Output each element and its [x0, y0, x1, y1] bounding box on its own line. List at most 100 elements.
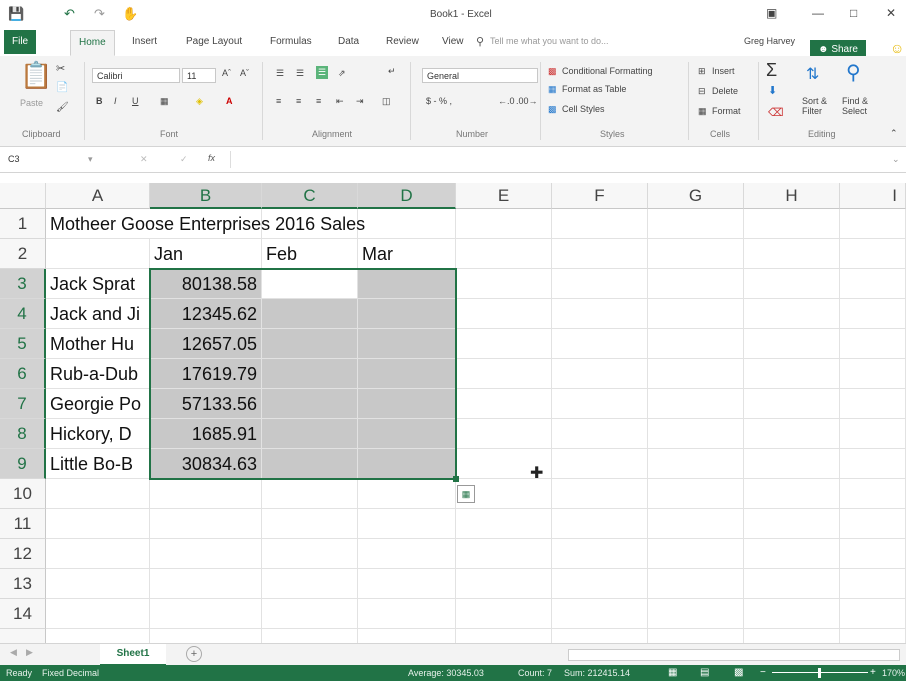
cell-a14[interactable]	[46, 599, 150, 629]
decrease-indent-icon[interactable]: ⇤	[336, 96, 344, 107]
format-painter-icon[interactable]: 🖌	[56, 102, 69, 113]
touch-mode-icon[interactable]: ✋	[122, 6, 138, 22]
tab-view[interactable]: View	[440, 30, 466, 54]
cell-e15[interactable]	[456, 629, 552, 643]
expand-formula-bar-icon[interactable]: ⌄	[892, 154, 900, 165]
wrap-text-icon[interactable]: ↵	[388, 66, 396, 77]
cell-b14[interactable]	[150, 599, 262, 629]
cell-b11[interactable]	[150, 509, 262, 539]
decrease-decimal-icon[interactable]: .00→	[516, 96, 538, 106]
confirm-entry-icon[interactable]: ✓	[180, 154, 188, 165]
orientation-icon[interactable]: ⇗	[338, 68, 346, 79]
cell-c4[interactable]	[262, 299, 358, 329]
copy-icon[interactable]: 📄	[56, 82, 68, 93]
cell-f9[interactable]	[552, 449, 648, 479]
tab-file[interactable]: File	[4, 30, 37, 54]
cell-d6[interactable]	[358, 359, 456, 389]
cell-b4[interactable]: 12345.62	[150, 299, 262, 329]
cell-e11[interactable]	[456, 509, 552, 539]
cell-g3[interactable]	[648, 269, 744, 299]
row-header-4[interactable]: 4	[0, 299, 46, 329]
row-header-3[interactable]: 3	[0, 269, 46, 299]
cell-h1[interactable]	[744, 209, 840, 239]
cell-h11[interactable]	[744, 509, 840, 539]
increase-decimal-icon[interactable]: ←.0	[498, 96, 515, 106]
cell-g8[interactable]	[648, 419, 744, 449]
cell-e1[interactable]	[456, 209, 552, 239]
tab-home[interactable]: Home	[70, 30, 115, 56]
cell-f10[interactable]	[552, 479, 648, 509]
cell-d14[interactable]	[358, 599, 456, 629]
column-header-c[interactable]: C	[262, 183, 358, 209]
cell-c9[interactable]	[262, 449, 358, 479]
cell-e13[interactable]	[456, 569, 552, 599]
cell-e5[interactable]	[456, 329, 552, 359]
row-header-13[interactable]: 13	[0, 569, 46, 599]
cell-b3[interactable]: 80138.58	[150, 269, 262, 299]
row-header-7[interactable]: 7	[0, 389, 46, 419]
cell-d3[interactable]	[358, 269, 456, 299]
column-header-g[interactable]: G	[648, 183, 744, 209]
cell-g13[interactable]	[648, 569, 744, 599]
sheet-tab-sheet1[interactable]: Sheet1	[100, 644, 166, 666]
cell-d15[interactable]	[358, 629, 456, 643]
cell-a5[interactable]: Mother Hu	[46, 329, 150, 359]
cell-g9[interactable]	[648, 449, 744, 479]
cell-h8[interactable]	[744, 419, 840, 449]
cell-c15[interactable]	[262, 629, 358, 643]
cell-h5[interactable]	[744, 329, 840, 359]
cell-g5[interactable]	[648, 329, 744, 359]
collapse-ribbon-icon[interactable]: ⌃	[890, 128, 898, 139]
cell-g1[interactable]	[648, 209, 744, 239]
font-size-combo[interactable]: 11	[182, 68, 216, 83]
cell-c13[interactable]	[262, 569, 358, 599]
format-cells-button[interactable]: Format	[712, 106, 741, 116]
prev-sheet-icon[interactable]: ◀	[10, 647, 17, 658]
cell-i2[interactable]	[840, 239, 906, 269]
cell-a7[interactable]: Georgie Po	[46, 389, 150, 419]
cell-i10[interactable]	[840, 479, 906, 509]
cell-h12[interactable]	[744, 539, 840, 569]
cell-i9[interactable]	[840, 449, 906, 479]
row-header-6[interactable]: 6	[0, 359, 46, 389]
cell-e12[interactable]	[456, 539, 552, 569]
tab-page-layout[interactable]: Page Layout	[184, 30, 244, 54]
font-name-combo[interactable]: Calibri	[92, 68, 180, 83]
cell-h14[interactable]	[744, 599, 840, 629]
align-center-icon[interactable]: ≡	[296, 96, 301, 106]
align-bottom-icon[interactable]: ☰	[316, 66, 329, 79]
cell-a9[interactable]: Little Bo-B	[46, 449, 150, 479]
underline-icon[interactable]: U	[132, 96, 139, 106]
fill-icon[interactable]: ⬇	[768, 84, 777, 97]
cell-a1[interactable]: Motheer Goose Enterprises 2016 Sales	[46, 209, 466, 239]
cell-d10[interactable]	[358, 479, 456, 509]
cell-i5[interactable]	[840, 329, 906, 359]
cell-b5[interactable]: 12657.05	[150, 329, 262, 359]
cell-h2[interactable]	[744, 239, 840, 269]
cell-i3[interactable]	[840, 269, 906, 299]
cell-i4[interactable]	[840, 299, 906, 329]
cell-f12[interactable]	[552, 539, 648, 569]
paste-label[interactable]: Paste	[20, 98, 43, 108]
cell-b12[interactable]	[150, 539, 262, 569]
borders-icon[interactable]: ▦	[160, 96, 169, 107]
cancel-entry-icon[interactable]: ✕	[140, 154, 148, 165]
cell-g10[interactable]	[648, 479, 744, 509]
cell-i1[interactable]	[840, 209, 906, 239]
row-header-8[interactable]: 8	[0, 419, 46, 449]
cell-b7[interactable]: 57133.56	[150, 389, 262, 419]
cell-g4[interactable]	[648, 299, 744, 329]
name-box[interactable]: C3	[4, 152, 70, 167]
cell-h3[interactable]	[744, 269, 840, 299]
cell-c6[interactable]	[262, 359, 358, 389]
cell-a8[interactable]: Hickory, D	[46, 419, 150, 449]
cell-a2[interactable]	[46, 239, 150, 269]
cell-i7[interactable]	[840, 389, 906, 419]
cell-h4[interactable]	[744, 299, 840, 329]
cell-e2[interactable]	[456, 239, 552, 269]
cell-h9[interactable]	[744, 449, 840, 479]
select-all-corner[interactable]	[0, 183, 46, 209]
cell-c7[interactable]	[262, 389, 358, 419]
cell-i6[interactable]	[840, 359, 906, 389]
cell-c14[interactable]	[262, 599, 358, 629]
